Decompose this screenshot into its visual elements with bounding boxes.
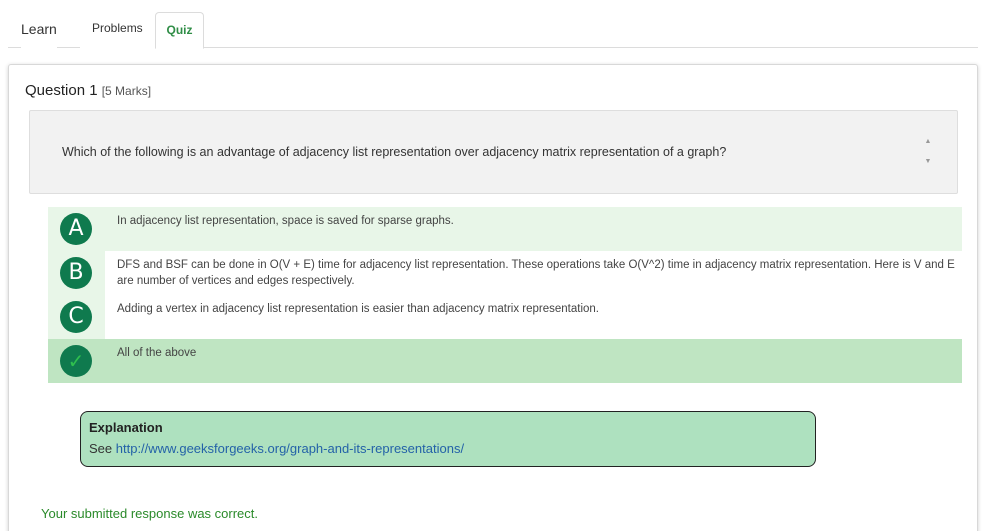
- question-box: Which of the following is an advantage o…: [29, 110, 958, 194]
- tab-learn[interactable]: Learn: [21, 17, 57, 53]
- spinner-down-icon[interactable]: ▼: [925, 157, 932, 167]
- question-text: Which of the following is an advantage o…: [62, 145, 727, 159]
- question-heading: Question 1 [5 Marks]: [25, 82, 151, 99]
- options-list: A In adjacency list representation, spac…: [48, 207, 962, 383]
- checkmark-icon: ✓: [60, 345, 92, 377]
- option-a[interactable]: A In adjacency list representation, spac…: [48, 207, 962, 251]
- option-a-badge: A: [60, 213, 92, 245]
- explanation-box: Explanation See http://www.geeksforgeeks…: [80, 411, 816, 467]
- explanation-title: Explanation: [89, 420, 163, 435]
- explanation-prefix: See: [89, 441, 113, 456]
- explanation-line: See http://www.geeksforgeeks.org/graph-a…: [89, 441, 807, 456]
- option-d-text: All of the above: [117, 347, 197, 359]
- option-d[interactable]: ✓ All of the above: [48, 339, 962, 383]
- option-b[interactable]: B DFS and BSF can be done in O(V + E) ti…: [48, 251, 962, 295]
- explanation-link[interactable]: http://www.geeksforgeeks.org/graph-and-i…: [116, 441, 464, 456]
- tab-quiz[interactable]: Quiz: [155, 12, 204, 49]
- option-c[interactable]: C Adding a vertex in adjacency list repr…: [48, 295, 962, 339]
- option-c-badge: C: [60, 301, 92, 333]
- tab-bar: Learn Problems Quiz: [8, 0, 978, 53]
- option-b-badge: B: [60, 257, 92, 289]
- tab-problems[interactable]: Problems: [80, 16, 155, 52]
- option-a-text: In adjacency list representation, space …: [117, 215, 454, 227]
- scroll-spinner[interactable]: ▲ ▼: [921, 137, 935, 167]
- question-marks: [5 Marks]: [101, 84, 152, 98]
- result-message: Your submitted response was correct.: [41, 506, 259, 521]
- question-card: Question 1 [5 Marks] Which of the follow…: [8, 64, 978, 531]
- option-c-text: Adding a vertex in adjacency list repres…: [117, 303, 599, 315]
- question-title: Question 1: [25, 82, 98, 99]
- option-b-text: DFS and BSF can be done in O(V + E) time…: [117, 259, 955, 287]
- spinner-up-icon[interactable]: ▲: [925, 137, 932, 147]
